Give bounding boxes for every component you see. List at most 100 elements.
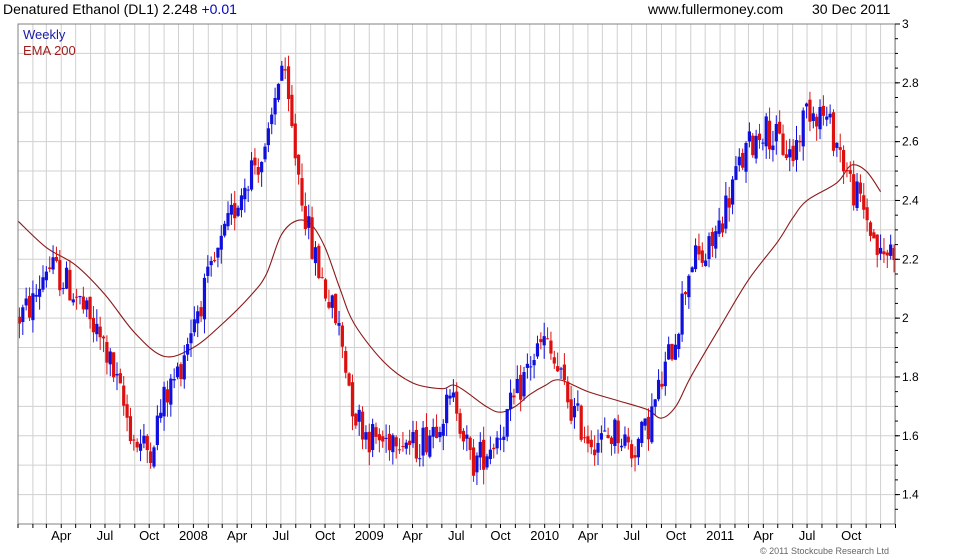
candle-body [767,120,772,150]
candle-body [663,361,667,387]
candle-body [377,434,381,441]
candle-body [757,133,762,141]
candle-body [771,145,775,151]
candle-body [539,339,543,343]
candle-body [431,426,435,437]
candle-body [276,83,281,100]
candle-body [808,99,812,122]
candle-body [344,350,348,373]
candle-body [327,302,331,308]
candle-body [391,435,395,453]
x-tick-label: Oct [315,528,336,543]
candle-body [320,277,324,279]
x-axis: Apr Jul Oct 2008 Apr Jul Oct 2009 Apr Jul Oct 2010 A… [17,524,896,543]
candle-body [636,438,640,458]
x-tick-label: Jul [448,528,465,543]
candle-body [340,325,344,347]
candle-body [115,373,119,376]
candle-body [670,343,674,360]
candle-body [283,69,287,71]
candle-body [280,65,284,81]
candle-body [387,433,392,451]
y-tick-label: 2.2 [902,252,919,266]
chart-grid [17,23,896,524]
price-chart: 1.41.61.822.22.42.62.83 Apr Jul Oct 2008 Apr… [17,17,919,543]
candle-body [384,437,388,439]
candle-body [730,179,735,205]
candle-body [394,437,398,447]
candle-body [535,343,540,357]
candle-body [54,256,59,261]
candle-body [48,267,52,269]
candle-body [865,207,869,221]
y-tick-label: 1.4 [902,488,919,502]
candle-body [714,231,718,249]
candle-body [105,342,109,363]
candle-body [556,366,560,372]
candle-body [673,344,677,360]
candle-body [660,383,664,387]
candle-body [478,441,482,458]
candle-body [263,146,267,160]
candle-body [142,435,146,444]
candle-body [448,395,452,399]
candle-body [825,116,829,120]
candle-body [512,395,516,398]
candle-body [690,267,694,273]
candle-body [643,418,647,426]
candle-body [734,166,738,180]
candle-body [545,338,550,340]
candle-body [794,140,799,160]
candle-body [313,247,318,264]
candle-body [720,223,725,233]
candle-body [428,435,432,457]
candle-body [216,247,220,258]
candle-body [744,142,748,172]
candle-body [350,382,355,417]
candle-body [872,232,876,239]
candle-body [492,447,496,450]
candle-body [821,105,825,116]
candle-body [408,440,412,445]
candle-body [586,436,590,444]
candle-body [858,182,863,194]
candle-body [101,336,106,339]
candle-body [34,294,38,297]
x-tick-label: Jul [97,528,114,543]
candle-body [125,404,129,418]
candle-body [354,413,358,426]
candle-body [172,379,176,381]
candle-body [323,279,328,299]
candle-body [266,128,270,146]
candle-body [724,195,728,229]
candle-body [461,430,466,442]
candle-body [91,317,96,333]
y-tick-label: 2 [902,311,909,325]
x-tick-label: Apr [51,528,72,543]
candle-body [707,236,711,259]
candle-body [286,66,291,100]
candle-body [270,114,274,125]
candle-body [41,277,45,290]
candle-body [693,245,698,270]
candle-body [616,420,620,444]
candle-body [717,220,721,234]
candle-body [98,326,102,338]
candle-body [882,251,886,255]
candle-body [848,170,852,174]
candle-body [411,432,415,444]
candle-body [367,431,371,453]
candle-body [273,97,277,115]
y-tick-label: 2.8 [902,76,919,90]
candle-body [246,189,250,191]
candle-body [801,110,805,147]
x-tick-label: Apr [227,528,248,543]
candle-body [239,195,244,211]
candle-body [307,216,311,228]
x-tick-label: Oct [139,528,160,543]
candle-body [68,269,72,301]
candle-body [303,206,307,229]
candle-body [451,392,455,398]
candle-body [81,296,85,310]
candle-body [609,437,614,444]
